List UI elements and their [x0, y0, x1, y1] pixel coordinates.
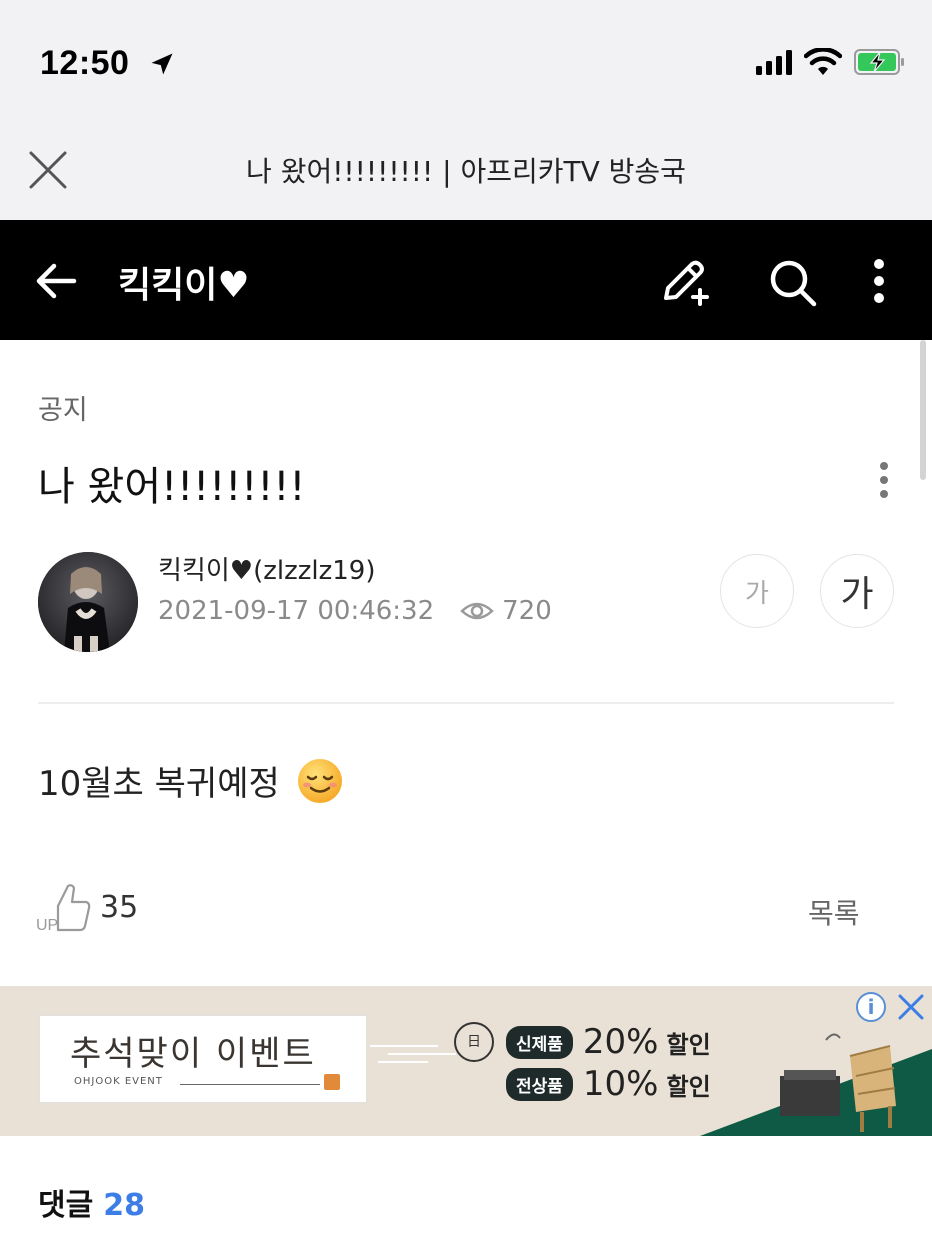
ad-all-discount: 10%	[582, 1064, 659, 1104]
post-meta: 2021-09-17 00:46:32 720	[158, 596, 552, 626]
post-body-text: 10월초 복귀예정	[38, 764, 280, 804]
like-count: 35	[100, 889, 139, 925]
author-name[interactable]: 킥킥이♥(zlzzlz19)	[158, 550, 375, 587]
ad-wind-lines	[370, 1045, 456, 1063]
thumbs-up-icon: UP	[36, 884, 91, 934]
ad-new-discount: 20%	[582, 1022, 659, 1062]
browser-chrome: 12:50 나 왔어!!!!!!!!! | 아프리카TV 방송국	[0, 0, 932, 220]
smiling-emoji-icon	[297, 758, 342, 803]
like-up-badge: UP	[36, 917, 58, 934]
views-eye-icon	[460, 602, 494, 620]
font-size-decrease-button[interactable]: 가	[720, 554, 794, 628]
list-button[interactable]: 목록	[808, 892, 860, 932]
font-size-increase-button[interactable]: 가	[820, 554, 894, 628]
blog-name: 킥킥이♥	[118, 265, 250, 306]
location-arrow-icon	[151, 53, 173, 75]
like-button[interactable]: UP 35	[36, 880, 138, 934]
comments-count: 28	[103, 1188, 145, 1223]
ad-logo-text: 日	[467, 1034, 481, 1050]
post-category[interactable]: 공지	[38, 388, 88, 427]
ad-all-products-row: 전상품 10% 할인	[506, 1064, 711, 1104]
ad-close-icon[interactable]	[896, 992, 926, 1022]
avatar[interactable]	[38, 552, 138, 652]
ad-subline-rule	[180, 1084, 320, 1085]
ad-orange-mark	[324, 1074, 340, 1090]
view-count: 720	[502, 596, 552, 626]
ad-headline: 추석맞이 이벤트	[70, 1034, 316, 1074]
divider	[38, 702, 894, 704]
ad-new-label: 신제품	[506, 1025, 573, 1059]
post-title: 나 왔어!!!!!!!!!	[38, 464, 306, 510]
status-time: 12:50	[40, 44, 130, 82]
blog-header: 킥킥이♥	[0, 220, 932, 340]
search-icon[interactable]	[764, 254, 820, 310]
comments-label: 댓글	[38, 1188, 94, 1223]
post-body: 10월초 복귀예정	[38, 756, 344, 805]
ad-new-products-row: 신제품 20% 할인	[506, 1022, 711, 1062]
ad-all-label: 전상품	[506, 1067, 573, 1101]
cellular-signal-icon	[756, 49, 792, 75]
wifi-icon	[804, 48, 842, 75]
post-date: 2021-09-17 00:46:32	[158, 596, 435, 626]
ad-brand-logo: 日	[454, 1022, 494, 1062]
battery-charging-icon	[854, 49, 904, 75]
ad-banner[interactable]: 추석맞이 이벤트 OHJOOK EVENT 日 신제품 20% 할인 전상품 1…	[0, 986, 932, 1136]
ad-furniture-image	[700, 1033, 932, 1136]
page-title: 나 왔어!!!!!!!!! | 아프리카TV 방송국	[246, 155, 686, 188]
ad-info-icon[interactable]: i	[856, 992, 886, 1022]
more-menu-icon[interactable]	[862, 254, 896, 310]
ad-event-card: 추석맞이 이벤트 OHJOOK EVENT	[38, 1014, 368, 1104]
back-arrow-icon[interactable]	[34, 258, 80, 304]
post-options-icon[interactable]	[872, 460, 896, 500]
ad-subline: OHJOOK EVENT	[74, 1076, 163, 1087]
scrollbar[interactable]	[920, 340, 926, 480]
status-indicators	[756, 48, 906, 76]
comments-header: 댓글 28	[38, 1180, 145, 1224]
write-post-icon[interactable]	[656, 254, 712, 310]
